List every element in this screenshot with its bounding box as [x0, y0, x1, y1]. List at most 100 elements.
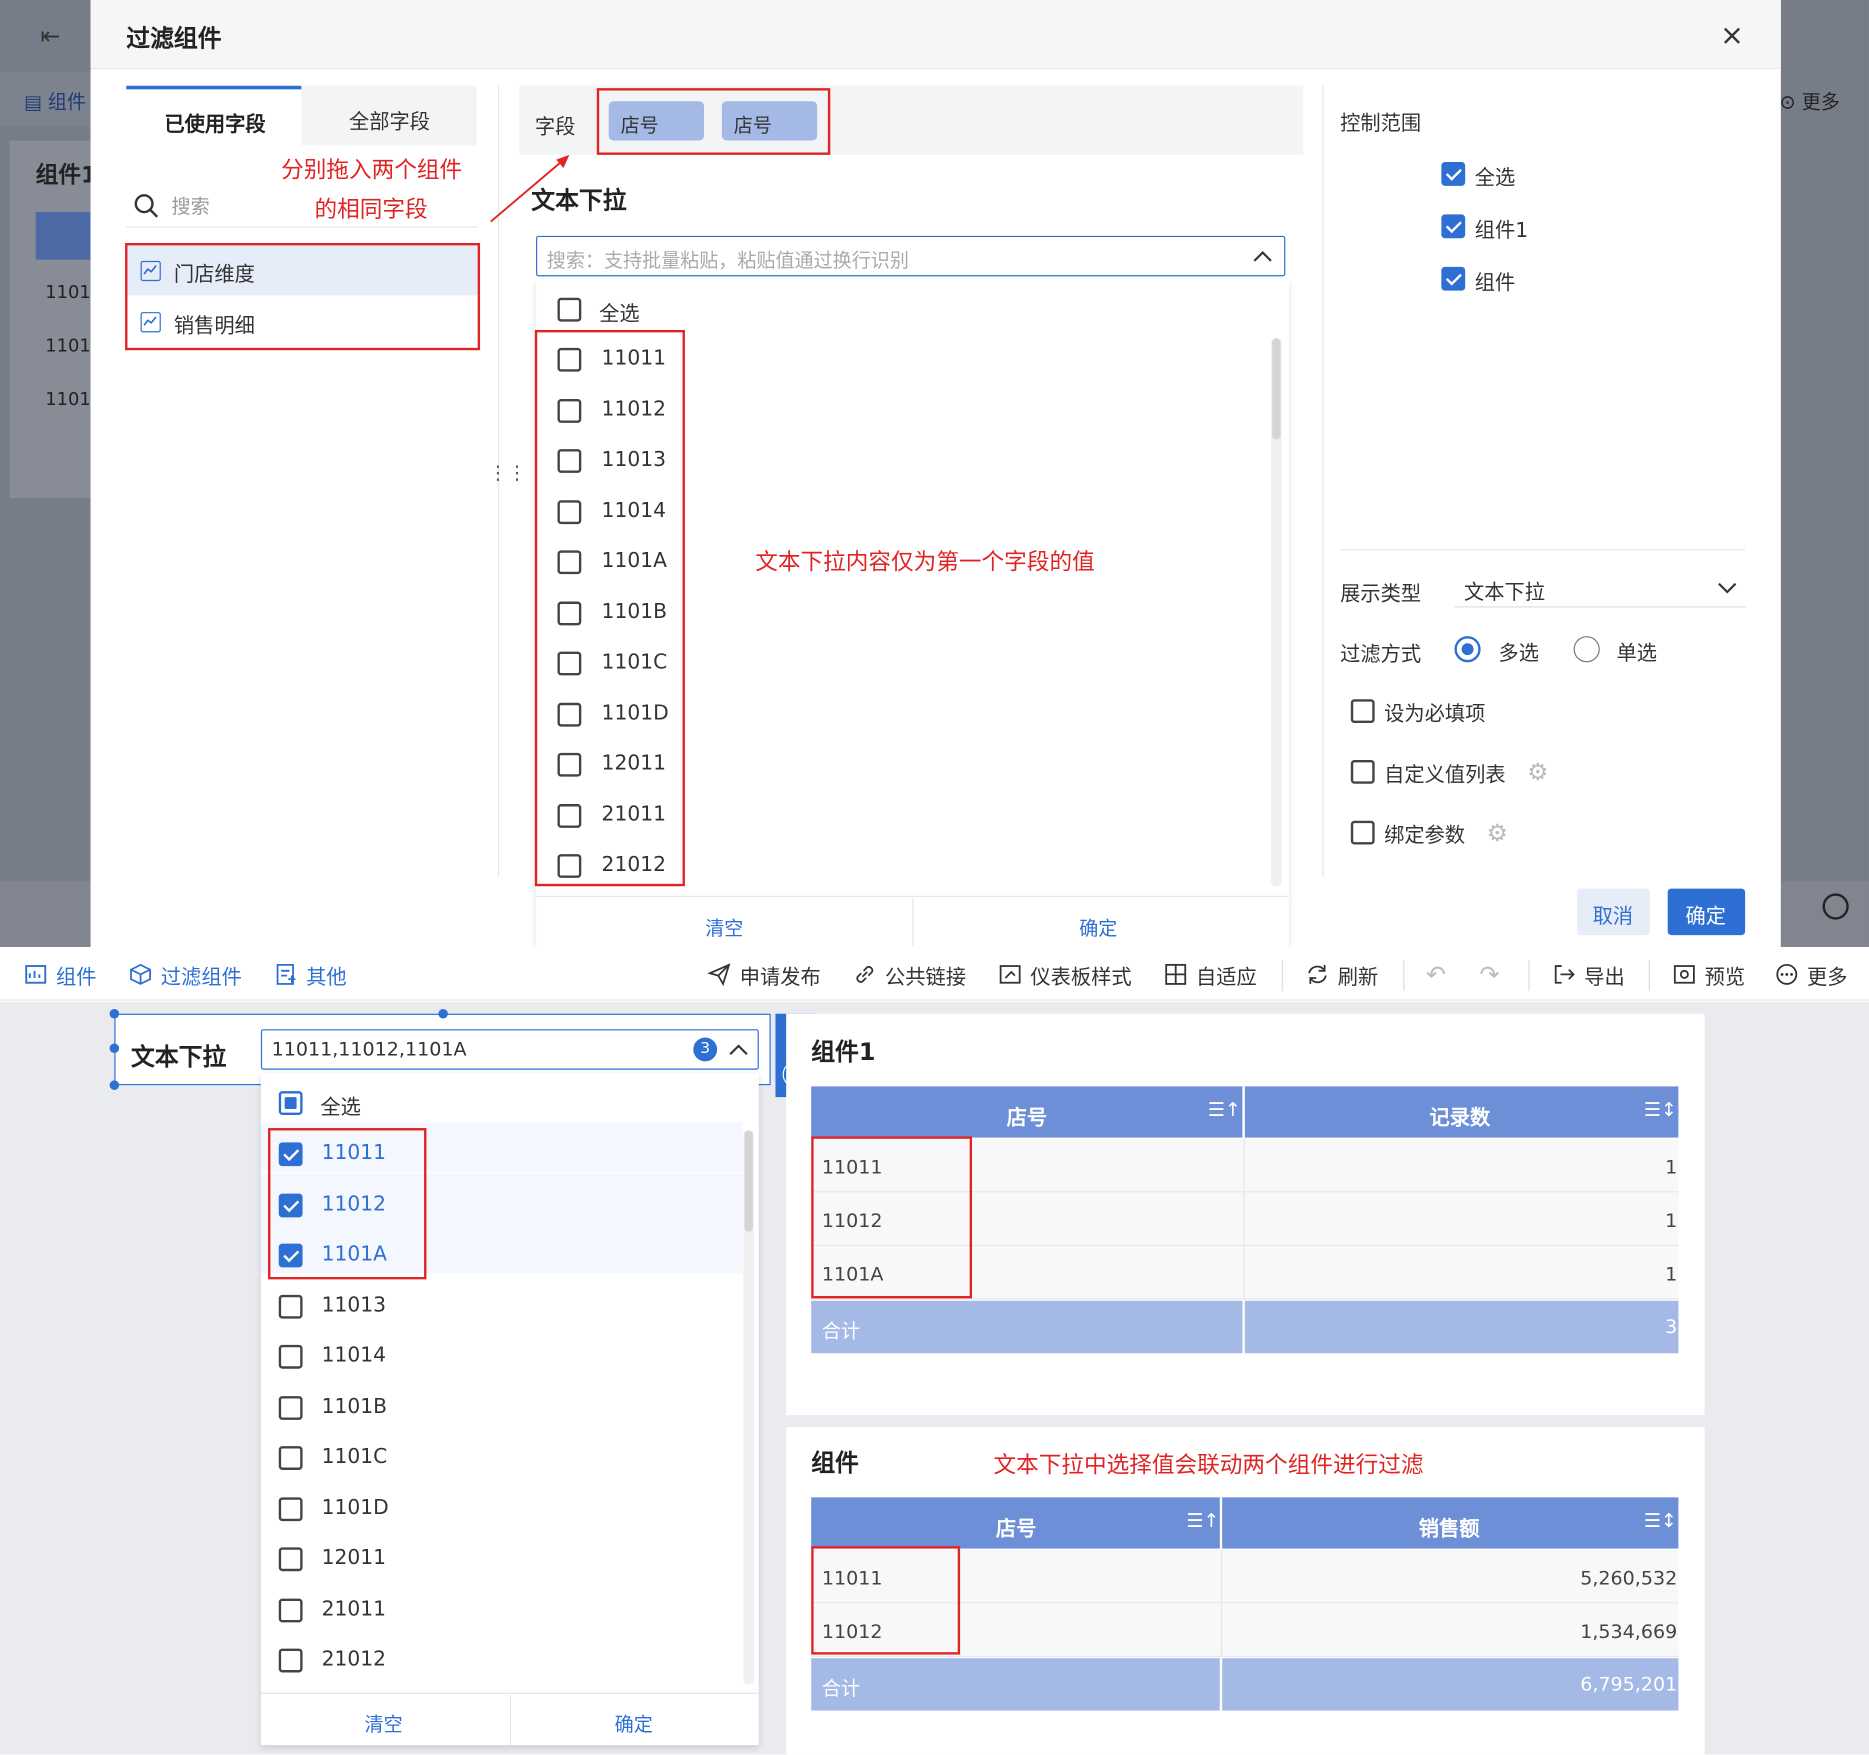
refresh-button[interactable]: 刷新 — [1306, 960, 1379, 990]
sort-icon[interactable]: ☰↕ — [1644, 1098, 1677, 1121]
toolbar-filter-button[interactable]: 过滤组件 — [129, 960, 242, 989]
option-label: 12011 — [321, 1546, 387, 1571]
option-checkbox[interactable] — [557, 803, 582, 828]
required-checkbox[interactable] — [1350, 699, 1375, 724]
background-widget — [9, 140, 91, 498]
dialog-header — [90, 0, 1781, 70]
resize-handle[interactable] — [109, 1008, 120, 1019]
option-checkbox[interactable] — [557, 347, 582, 372]
option-checkbox[interactable] — [278, 1294, 303, 1319]
table-cell-value: 1 — [1665, 1262, 1678, 1286]
display-type-select[interactable]: 文本下拉 — [1454, 565, 1747, 608]
toolbar-components-button[interactable]: 组件 — [24, 960, 96, 989]
option-checkbox[interactable] — [278, 1142, 303, 1167]
redo-icon[interactable]: ↷ — [1479, 960, 1499, 989]
dashboard-style-button[interactable]: 仪表板样式 — [998, 960, 1132, 989]
option-label: 11012 — [321, 1191, 387, 1216]
option-checkbox[interactable] — [278, 1597, 303, 1622]
sort-icon[interactable]: ☰↑ — [1186, 1509, 1219, 1532]
option-label: 21012 — [601, 852, 666, 877]
resize-handle[interactable] — [438, 1008, 448, 1019]
option-checkbox[interactable] — [557, 398, 582, 423]
option-checkbox[interactable] — [278, 1395, 303, 1420]
sort-icon[interactable]: ☰↑ — [1208, 1098, 1241, 1121]
option-checkbox[interactable] — [557, 702, 582, 727]
toolbar-label: 公共链接 — [885, 965, 967, 990]
select-all-checkbox[interactable] — [278, 1091, 303, 1115]
resize-handle[interactable] — [109, 1043, 120, 1054]
option-checkbox[interactable] — [557, 449, 582, 473]
option-label: 11011 — [321, 1141, 387, 1165]
option-checkbox[interactable] — [557, 651, 582, 676]
field-chip[interactable]: 店号 — [608, 101, 704, 141]
scrollbar-thumb[interactable] — [1272, 338, 1281, 440]
option-checkbox[interactable] — [557, 550, 582, 575]
option-label: 1101A — [321, 1242, 388, 1267]
background-header-bar — [35, 212, 91, 260]
radio-multi[interactable] — [1454, 636, 1481, 663]
adaptive-button[interactable]: 自适应 — [1164, 960, 1257, 989]
option-checkbox[interactable] — [278, 1243, 303, 1268]
tab-used-fields[interactable]: 已使用字段 — [126, 85, 302, 146]
filter-dropdown-panel: 全选 11011 11012 1101A 11013 11014 1101B 1101C 11… — [260, 1073, 759, 1746]
dropdown-ok-button[interactable]: 确定 — [615, 1708, 653, 1737]
custom-list-checkbox[interactable] — [1350, 759, 1375, 784]
table1-col-count: 记录数 — [1429, 1106, 1491, 1131]
option-checkbox[interactable] — [278, 1496, 303, 1521]
field-chip[interactable]: 店号 — [721, 101, 818, 141]
close-icon[interactable] — [1718, 21, 1747, 50]
table2-col-store: 店号 — [995, 1517, 1037, 1542]
filter-value-input[interactable]: 11011,11012,1101A 3 — [260, 1029, 759, 1070]
option-checkbox[interactable] — [278, 1192, 303, 1217]
option-checkbox[interactable] — [278, 1547, 303, 1572]
confirm-button[interactable]: 确定 — [1667, 888, 1746, 936]
dataset-item-sales[interactable]: 销售明细 — [174, 309, 255, 338]
toolbar-other-button[interactable]: 其他 — [274, 960, 347, 989]
cancel-button[interactable]: 取消 — [1577, 888, 1650, 936]
toolbar-separator — [1648, 960, 1650, 992]
export-button[interactable]: 导出 — [1552, 960, 1625, 989]
background-row: 1101 — [45, 334, 91, 357]
radio-single[interactable] — [1573, 636, 1600, 663]
export-icon — [1554, 965, 1575, 984]
toolbar-label: 刷新 — [1337, 965, 1379, 990]
control-range-checkbox[interactable] — [1441, 162, 1466, 186]
select-all-checkbox[interactable] — [557, 297, 582, 322]
bind-param-checkbox[interactable] — [1350, 820, 1375, 845]
option-checkbox[interactable] — [278, 1648, 303, 1673]
clear-button[interactable]: 清空 — [705, 912, 743, 941]
option-checkbox[interactable] — [557, 752, 582, 777]
preview-button[interactable]: 预览 — [1672, 960, 1745, 989]
table-cell-store: 11011 — [821, 1155, 883, 1179]
public-link-button[interactable]: 公共链接 — [853, 960, 966, 989]
sort-icon[interactable]: ☰↕ — [1644, 1509, 1677, 1532]
dropdown-ok-button[interactable]: 确定 — [1079, 912, 1117, 941]
select-all-label: 全选 — [320, 1095, 361, 1120]
dropdown-search-input[interactable]: 搜索：支持批量粘贴，粘贴值通过换行识别 — [536, 235, 1286, 277]
option-checkbox[interactable] — [557, 854, 582, 878]
control-range-label: 全选 — [1474, 166, 1516, 191]
dataset-icon — [140, 312, 161, 333]
clear-button[interactable]: 清空 — [365, 1708, 403, 1737]
search-icon — [133, 193, 159, 219]
resize-handle[interactable] — [109, 1080, 120, 1090]
field-search-input[interactable]: 搜索 — [172, 191, 210, 220]
option-checkbox[interactable] — [557, 499, 582, 524]
gear-icon[interactable]: ⚙ — [1487, 818, 1508, 847]
chip-label: 店号 — [733, 114, 772, 137]
option-label: 21012 — [321, 1647, 387, 1672]
option-label: 12011 — [601, 751, 666, 776]
publish-button[interactable]: 申请发布 — [707, 960, 821, 989]
drag-handle-icon[interactable]: ⋮⋮ — [488, 463, 526, 482]
more-button[interactable]: 更多 — [1775, 960, 1848, 989]
scrollbar-thumb[interactable] — [744, 1130, 753, 1232]
gear-icon[interactable]: ⚙ — [1527, 758, 1548, 787]
undo-icon[interactable]: ↶ — [1426, 960, 1446, 989]
tab-all-fields[interactable]: 全部字段 — [301, 85, 477, 146]
option-checkbox[interactable] — [557, 600, 582, 625]
control-range-checkbox[interactable] — [1441, 266, 1466, 291]
control-range-checkbox[interactable] — [1441, 214, 1466, 239]
toolbar-label: 过滤组件 — [160, 965, 242, 990]
option-checkbox[interactable] — [278, 1446, 303, 1470]
option-checkbox[interactable] — [278, 1344, 303, 1369]
